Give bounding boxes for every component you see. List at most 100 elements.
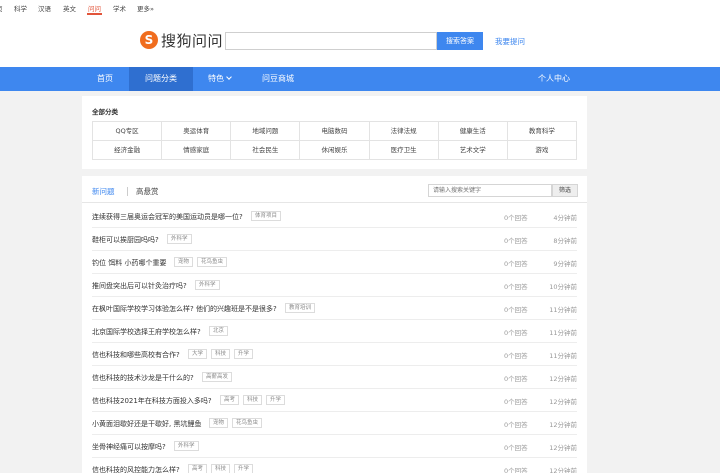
question-search-input[interactable] — [428, 184, 552, 197]
question-time: 8分钟前 — [553, 237, 577, 245]
category-panel-title: 全部分类 — [92, 108, 118, 116]
question-title-link[interactable]: 小黄面泪歇好还是干歇好, 黑坑鲤鱼 — [92, 419, 201, 429]
question-time: 12分钟前 — [549, 421, 577, 429]
question-title-link[interactable]: 推间盘突出后可以针灸治疗吗? — [92, 281, 187, 291]
nav-features-label: 特色 — [208, 74, 224, 83]
category-games[interactable]: 游戏 — [507, 141, 577, 160]
answer-count: 0个回答 — [504, 283, 528, 291]
category-entertainment[interactable]: 休闲娱乐 — [300, 141, 370, 160]
question-time: 12分钟前 — [549, 375, 577, 383]
category-panel: 全部分类 QQ专区 奥运体育 地域问题 电脑数码 法律法规 健康生活 教育科学 … — [82, 96, 587, 169]
topnav-link-home[interactable]: 页 — [0, 3, 3, 13]
category-law[interactable]: 法律法规 — [369, 122, 439, 141]
topnav-link-wenwen[interactable]: 问问 — [88, 3, 101, 13]
question-tag[interactable]: 大学 — [188, 349, 208, 359]
answer-count: 0个回答 — [504, 214, 528, 222]
question-row: 在枫叶国际学校学习体验怎么样? 他们的兴趣班是不是很多? 教育培训 0个回答 11分钟… — [92, 297, 577, 320]
category-society[interactable]: 社会民生 — [231, 141, 301, 160]
category-grid: QQ专区 奥运体育 地域问题 电脑数码 法律法规 健康生活 教育科学 经济金融 … — [92, 121, 577, 160]
question-row: 北京国际学校选择王府学校怎么样? 北京 0个回答 11分钟前 — [92, 320, 577, 343]
question-title-link[interactable]: 北京国际学校选择王府学校怎么样? — [92, 327, 201, 337]
search-input[interactable] — [225, 32, 437, 50]
question-tag[interactable]: 升学 — [234, 349, 254, 359]
category-education[interactable]: 教育科学 — [507, 122, 577, 141]
question-tags: 外科学 — [167, 234, 196, 244]
question-tag[interactable]: 科技 — [211, 349, 231, 359]
topnav-link-english[interactable]: 英文 — [63, 3, 76, 13]
site-logo[interactable]: S 搜狗问问 — [140, 29, 223, 51]
question-tags: 高考 科技 升学 — [220, 395, 289, 405]
question-tag[interactable]: 升学 — [234, 464, 254, 473]
nav-features[interactable]: 特色 — [208, 67, 232, 91]
answer-count: 0个回答 — [504, 398, 528, 406]
filter-button[interactable]: 筛选 — [552, 184, 578, 197]
question-title-link[interactable]: 钓位 饵料 小药哪个重要 — [92, 258, 166, 268]
question-tag[interactable]: 宠物 — [209, 418, 229, 428]
question-title-link[interactable]: 信也科技的风控能力怎么样? — [92, 465, 180, 473]
nav-user-center[interactable]: 个人中心 — [538, 67, 570, 91]
question-tag[interactable]: 宠物 — [174, 257, 194, 267]
topnav-link-science[interactable]: 科学 — [14, 3, 27, 13]
category-computers[interactable]: 电脑数码 — [300, 122, 370, 141]
question-row: 坐骨神经痛可以按摩吗? 外科学 0个回答 12分钟前 — [92, 435, 577, 458]
question-tag[interactable]: 外科学 — [174, 441, 199, 451]
question-tag[interactable]: 北京 — [209, 326, 229, 336]
category-arts[interactable]: 艺术文学 — [438, 141, 508, 160]
question-title-link[interactable]: 信也科技和哪些高校有合作? — [92, 350, 180, 360]
question-title-link[interactable]: 在枫叶国际学校学习体验怎么样? 他们的兴趣班是不是很多? — [92, 304, 277, 314]
question-tag[interactable]: 外科学 — [167, 234, 192, 244]
question-tags: 外科学 — [174, 441, 203, 451]
question-tag[interactable]: 高考 — [220, 395, 240, 405]
category-sports[interactable]: 奥运体育 — [162, 122, 232, 141]
chevron-down-icon — [226, 74, 232, 80]
question-time: 4分钟前 — [553, 214, 577, 222]
answer-count: 0个回答 — [504, 237, 528, 245]
answer-count: 0个回答 — [504, 329, 528, 337]
question-tag[interactable]: 花鸟鱼虫 — [197, 257, 228, 267]
category-family[interactable]: 情感家庭 — [162, 141, 232, 160]
question-tag[interactable]: 花鸟鱼虫 — [232, 418, 263, 428]
category-qq[interactable]: QQ专区 — [93, 122, 163, 141]
question-title-link[interactable]: 信也科技的技术沙龙是干什么的? — [92, 373, 194, 383]
question-time: 12分钟前 — [549, 444, 577, 452]
question-tag[interactable]: 科技 — [243, 395, 263, 405]
answer-count: 0个回答 — [504, 306, 528, 314]
nav-wendou-mall[interactable]: 问豆商城 — [262, 67, 294, 91]
question-time: 10分钟前 — [549, 283, 577, 291]
tab-divider — [127, 187, 128, 196]
main-navigation: 首页 问题分类 特色 问豆商城 个人中心 — [0, 67, 720, 91]
question-row: 信也科技2021年在科技方面投入多吗? 高考 科技 升学 0个回答 12分钟前 — [92, 389, 577, 412]
question-tag[interactable]: 升学 — [266, 395, 286, 405]
tab-new-questions[interactable]: 新问题 — [92, 186, 115, 197]
question-row: 连续获得三届奥运会冠军的美国运动员是哪一位? 体育项目 0个回答 4分钟前 — [92, 205, 577, 228]
nav-question-categories[interactable]: 问题分类 — [129, 67, 193, 91]
ask-question-link[interactable]: 我要提问 — [495, 36, 525, 47]
topnav-link-more[interactable]: 更多» — [137, 3, 154, 13]
question-tag[interactable]: 高薪高发 — [202, 372, 233, 382]
question-title-link[interactable]: 鞋柜可以挨厨园吗吗? — [92, 235, 159, 245]
question-tag[interactable]: 体育项目 — [251, 211, 282, 221]
tab-high-reward[interactable]: 高悬赏 — [136, 186, 159, 197]
search-button[interactable]: 搜索答案 — [437, 32, 483, 50]
question-tags: 高薪高发 — [202, 372, 236, 382]
question-tags: 宠物 花鸟鱼虫 — [174, 257, 231, 267]
question-title-link[interactable]: 连续获得三届奥运会冠军的美国运动员是哪一位? — [92, 212, 243, 222]
topnav-link-chinese[interactable]: 汉语 — [38, 3, 51, 13]
question-tag[interactable]: 外科学 — [195, 280, 220, 290]
category-finance[interactable]: 经济金融 — [93, 141, 163, 160]
question-title-link[interactable]: 坐骨神经痛可以按摩吗? — [92, 442, 166, 452]
category-medical[interactable]: 医疗卫生 — [369, 141, 439, 160]
question-time: 12分钟前 — [549, 398, 577, 406]
topnav-link-academic[interactable]: 学术 — [113, 3, 126, 13]
category-regional[interactable]: 地域问题 — [231, 122, 301, 141]
question-row: 小黄面泪歇好还是干歇好, 黑坑鲤鱼 宠物 花鸟鱼虫 0个回答 12分钟前 — [92, 412, 577, 435]
question-tag[interactable]: 科技 — [211, 464, 231, 473]
category-health[interactable]: 健康生活 — [438, 122, 508, 141]
answer-count: 0个回答 — [504, 421, 528, 429]
question-title-link[interactable]: 信也科技2021年在科技方面投入多吗? — [92, 396, 212, 406]
question-tag[interactable]: 高考 — [188, 464, 208, 473]
question-tags: 大学 科技 升学 — [188, 349, 257, 359]
nav-home[interactable]: 首页 — [97, 67, 113, 91]
top-channel-bar: 页 科学 汉语 英文 问问 学术 更多» — [0, 0, 720, 15]
question-tag[interactable]: 教育培训 — [285, 303, 316, 313]
